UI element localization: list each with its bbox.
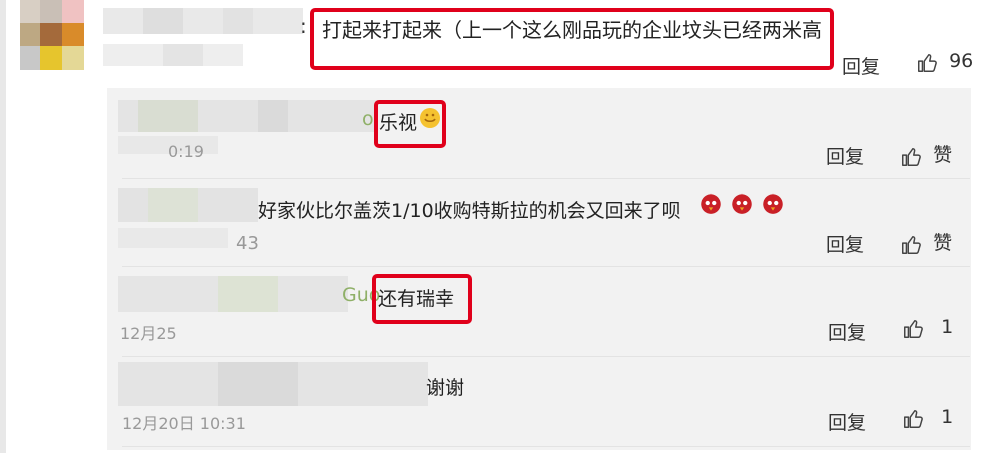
reply-1-user-partial[interactable]: o xyxy=(362,108,374,130)
highlight-box-main xyxy=(310,8,834,70)
reply-divider xyxy=(122,178,970,179)
reply-divider xyxy=(122,266,970,267)
reply-1-reply-button[interactable]: 回复 xyxy=(826,142,864,169)
username-blurred xyxy=(103,0,303,70)
thumbs-up-icon xyxy=(904,409,923,428)
main-like-button[interactable]: 96 xyxy=(916,50,973,74)
reply-user-blurred xyxy=(118,272,348,322)
reply-4-like-count: 1 xyxy=(941,406,954,428)
avatar xyxy=(20,0,84,70)
highlight-box-reply-1 xyxy=(374,100,446,148)
reply-2-emojis xyxy=(698,190,786,216)
reply-user-blurred xyxy=(118,362,428,408)
reply-divider xyxy=(122,446,970,447)
thumbs-up-icon xyxy=(918,53,937,72)
reply-2-reply-button[interactable]: 回复 xyxy=(826,230,864,257)
reply-4-reply-button[interactable]: 回复 xyxy=(828,408,866,435)
angry-bird-emoji xyxy=(732,193,752,214)
angry-bird-emoji xyxy=(763,193,783,214)
username-separator: : xyxy=(300,14,307,38)
reply-4-timestamp: 12月20日 10:31 xyxy=(122,414,246,433)
thumbs-up-icon xyxy=(902,147,921,166)
reply-4-text: 谢谢 xyxy=(426,377,465,399)
reply-1-like-label: 赞 xyxy=(933,144,953,166)
highlight-box-reply-3 xyxy=(372,274,472,324)
main-reply-button[interactable]: 回复 xyxy=(842,52,880,79)
reply-3-timestamp: 12月25 xyxy=(120,324,177,343)
reply-2-like-label: 赞 xyxy=(933,232,953,254)
thumbs-up-icon xyxy=(902,235,921,254)
reply-2-timestamp: 43 xyxy=(236,233,259,254)
reply-1-like-button[interactable]: 赞 xyxy=(900,140,952,168)
thumbs-up-icon xyxy=(904,319,923,338)
reply-4-like-button[interactable]: 1 xyxy=(902,406,953,430)
angry-bird-emoji xyxy=(701,193,721,214)
reply-divider xyxy=(122,356,970,357)
reply-3-like-button[interactable]: 1 xyxy=(902,316,953,340)
reply-2-text: 好家伙比尔盖茨1/10收购特斯拉的机会又回来了呗 xyxy=(258,200,681,222)
reply-3-reply-button[interactable]: 回复 xyxy=(828,318,866,345)
main-like-count: 96 xyxy=(949,50,974,72)
reply-2-like-button[interactable]: 赞 xyxy=(900,228,952,256)
reply-user-blurred xyxy=(118,96,378,156)
reply-1-timestamp: 0:19 xyxy=(168,142,204,161)
page-left-edge xyxy=(0,0,6,453)
reply-3-like-count: 1 xyxy=(941,316,954,338)
